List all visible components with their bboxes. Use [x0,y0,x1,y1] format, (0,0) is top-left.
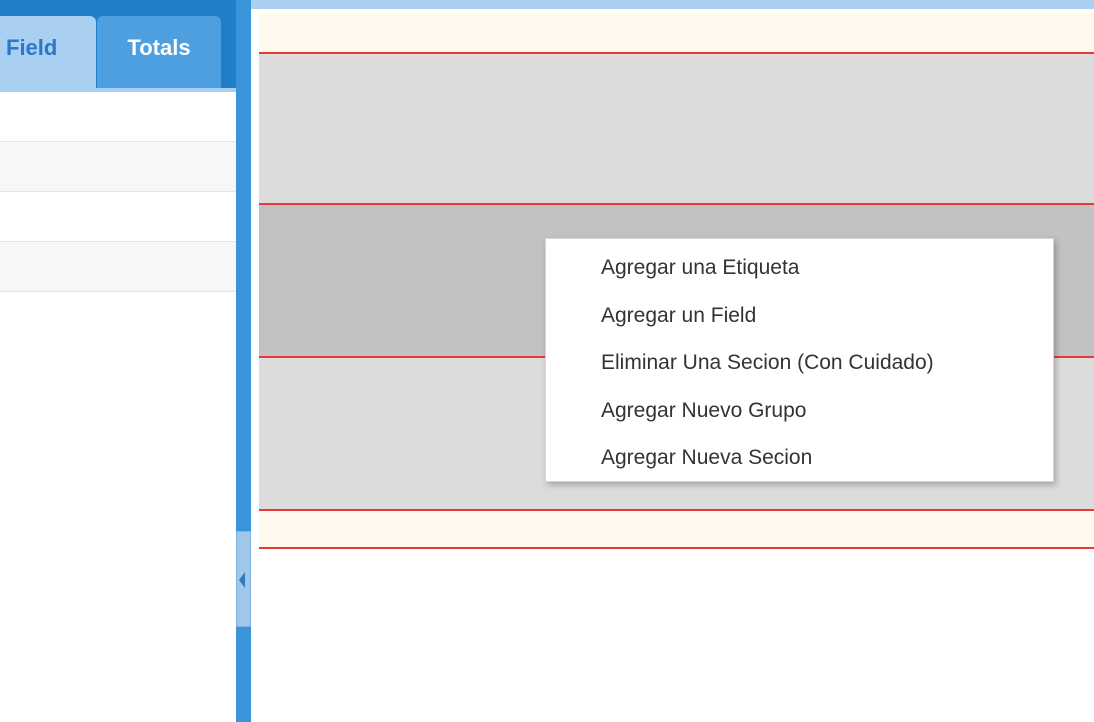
menu-item-add-group[interactable]: Agregar Nuevo Grupo [546,387,1053,435]
menu-item-add-label[interactable]: Agregar una Etiqueta [546,244,1053,292]
list-item[interactable] [0,192,236,242]
field-list-panel: Field Totals [0,0,236,722]
context-menu: Agregar una Etiqueta Agregar un Field El… [545,238,1054,482]
tab-strip: Field Totals [0,0,236,88]
report-section-band[interactable] [259,54,1094,205]
tab-totals[interactable]: Totals [97,16,221,88]
design-area-top-border [251,0,1094,9]
report-header-band[interactable] [259,14,1094,54]
menu-item-add-section[interactable]: Agregar Nueva Secion [546,434,1053,482]
tab-field[interactable]: Field [0,16,96,88]
list-item[interactable] [0,142,236,192]
list-item[interactable] [0,92,236,142]
menu-item-delete-section[interactable]: Eliminar Una Secion (Con Cuidado) [546,339,1053,387]
list-item[interactable] [0,242,236,292]
menu-item-add-field[interactable]: Agregar un Field [546,292,1053,340]
collapse-panel-handle[interactable] [236,531,251,627]
chevron-left-icon [239,572,245,588]
report-footer-band[interactable] [259,511,1094,549]
